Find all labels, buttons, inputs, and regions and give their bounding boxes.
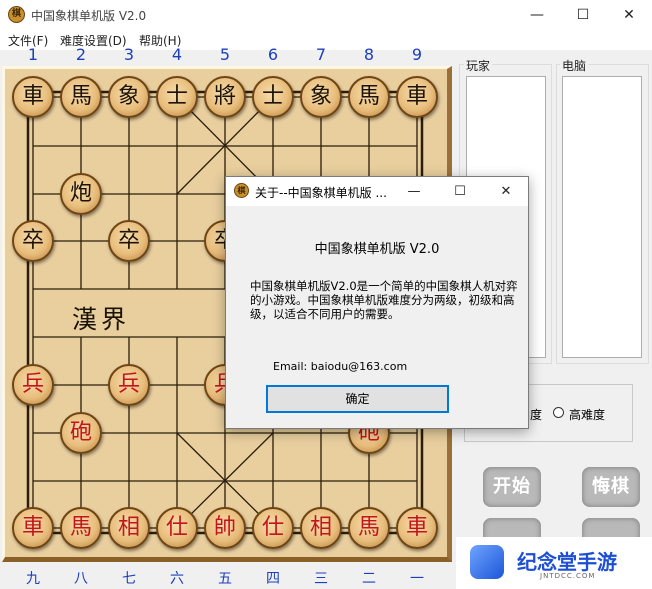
difficulty-low-label-fragment: 度: [530, 408, 543, 422]
close-button[interactable]: ✕: [606, 0, 652, 30]
watermark-text: 纪念堂手游: [517, 550, 617, 574]
black-piece[interactable]: 士: [252, 76, 294, 118]
black-piece[interactable]: 馬: [348, 76, 390, 118]
difficulty-high-radio[interactable]: [553, 407, 564, 418]
black-piece[interactable]: 車: [12, 76, 54, 118]
red-piece[interactable]: 馬: [348, 507, 390, 549]
bottom-column-number: 九: [26, 571, 40, 587]
bottom-column-number: 六: [170, 571, 184, 587]
red-soldier[interactable]: 兵: [12, 364, 54, 406]
bottom-column-number: 三: [314, 571, 328, 587]
dialog-email: Email: baiodu@163.com: [273, 360, 408, 373]
ok-button[interactable]: 确定: [266, 385, 449, 413]
black-soldier[interactable]: 卒: [108, 220, 150, 262]
black-piece[interactable]: 將: [204, 76, 246, 118]
red-cannon[interactable]: 砲: [60, 412, 102, 454]
minimize-button[interactable]: —: [514, 0, 560, 30]
red-piece[interactable]: 帥: [204, 507, 246, 549]
black-piece[interactable]: 士: [156, 76, 198, 118]
black-piece[interactable]: 象: [108, 76, 150, 118]
dialog-close-button[interactable]: ✕: [486, 177, 526, 206]
red-piece[interactable]: 仕: [156, 507, 198, 549]
watermark-logo-icon: [470, 545, 504, 579]
dialog-app-icon: 棋: [234, 183, 249, 198]
black-soldier[interactable]: 卒: [12, 220, 54, 262]
difficulty-high-label: 高难度: [569, 408, 606, 422]
red-piece[interactable]: 馬: [60, 507, 102, 549]
red-piece[interactable]: 車: [396, 507, 438, 549]
red-piece[interactable]: 相: [108, 507, 150, 549]
red-piece[interactable]: 仕: [252, 507, 294, 549]
dialog-title: 关于--中国象棋单机版 ...: [255, 186, 387, 200]
start-button[interactable]: 开始: [483, 467, 541, 507]
black-piece[interactable]: 車: [396, 76, 438, 118]
bottom-column-number: 五: [218, 571, 232, 587]
red-soldier[interactable]: 兵: [108, 364, 150, 406]
dialog-minimize-button[interactable]: —: [394, 177, 434, 206]
computer-label: 电脑: [560, 57, 589, 74]
bottom-column-number: 七: [122, 571, 136, 587]
dialog-description: 中国象棋单机版V2.0是一个简单的中国象棋人机对弈的小游戏。中国象棋单机版难度分…: [250, 279, 518, 321]
bottom-column-number: 八: [74, 571, 88, 587]
bottom-column-number: 四: [266, 571, 280, 587]
bottom-column-number: 一: [410, 571, 424, 587]
red-piece[interactable]: 相: [300, 507, 342, 549]
red-piece[interactable]: 車: [12, 507, 54, 549]
bottom-column-number: 二: [362, 571, 376, 587]
black-piece[interactable]: 馬: [60, 76, 102, 118]
maximize-button[interactable]: ☐: [560, 0, 606, 30]
river-text: 漢界: [72, 305, 131, 334]
computer-move-list[interactable]: [562, 76, 642, 358]
dialog-maximize-button[interactable]: ☐: [440, 177, 480, 206]
black-piece[interactable]: 象: [300, 76, 342, 118]
black-cannon[interactable]: 炮: [60, 173, 102, 215]
dialog-app-title: 中国象棋单机版 V2.0: [314, 242, 440, 257]
undo-button[interactable]: 悔棋: [582, 467, 640, 507]
watermark-subtext: JNTDCC.COM: [540, 572, 596, 580]
player-label: 玩家: [464, 57, 493, 74]
